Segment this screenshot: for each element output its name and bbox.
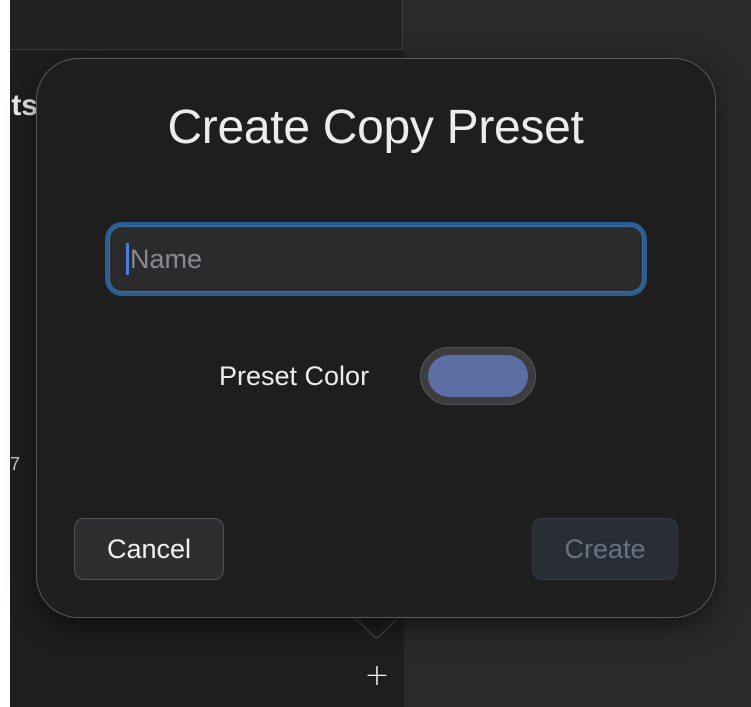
- background-toolbar: [10, 0, 404, 50]
- preset-color-label: Preset Color: [219, 361, 370, 391]
- dialog-title: Create Copy Preset: [167, 101, 584, 154]
- toolbar-divider: [402, 0, 403, 50]
- create-button[interactable]: Create: [532, 518, 678, 580]
- cancel-button[interactable]: Cancel: [74, 518, 224, 580]
- name-field-focus-ring: [105, 222, 647, 296]
- background-list-item-text: 7: [10, 454, 21, 474]
- color-swatch: [428, 355, 528, 397]
- preset-color-well[interactable]: [420, 347, 536, 405]
- name-input[interactable]: [109, 226, 643, 292]
- add-preset-button[interactable]: +: [362, 656, 392, 696]
- text-cursor: [126, 243, 129, 275]
- background-toolbar-right: [404, 0, 751, 50]
